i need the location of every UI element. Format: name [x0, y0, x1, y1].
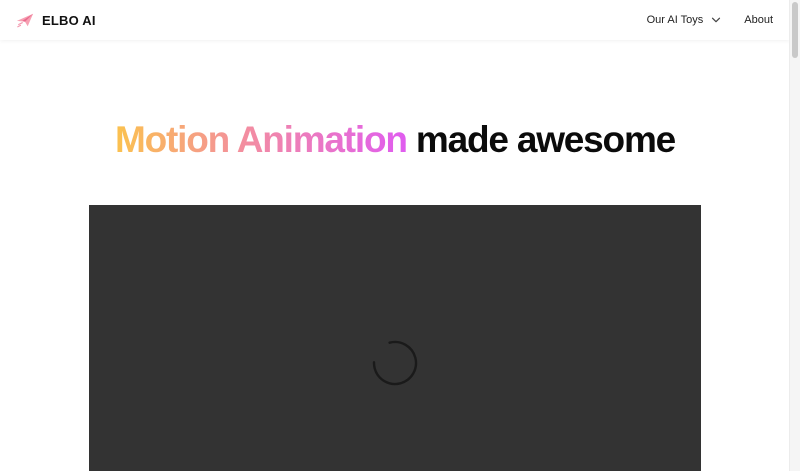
hero-title-highlight: Motion Animation	[114, 119, 408, 160]
scrollbar-thumb[interactable]	[792, 2, 798, 58]
top-navbar: ELBO AI Our AI Toys About	[0, 0, 790, 40]
hero-title-rest: made awesome	[415, 119, 676, 160]
brand-name: ELBO AI	[42, 12, 96, 28]
page: ELBO AI Our AI Toys About Motion Animati…	[0, 0, 800, 471]
main-nav: Our AI Toys About	[647, 10, 773, 30]
nav-item-about[interactable]: About	[744, 14, 773, 26]
page-scrollbar[interactable]	[789, 0, 800, 471]
nav-item-our-ai-toys[interactable]: Our AI Toys	[647, 14, 722, 26]
nav-item-label: About	[744, 14, 773, 26]
brand-link[interactable]: ELBO AI	[16, 10, 96, 30]
paper-plane-logo-icon	[16, 13, 34, 28]
chevron-down-icon	[712, 17, 721, 23]
hero-title: Motion Animation made awesome	[0, 118, 790, 162]
animation-video-player[interactable]	[89, 205, 701, 471]
loading-spinner-icon	[372, 340, 418, 386]
nav-item-label: Our AI Toys	[646, 14, 704, 26]
